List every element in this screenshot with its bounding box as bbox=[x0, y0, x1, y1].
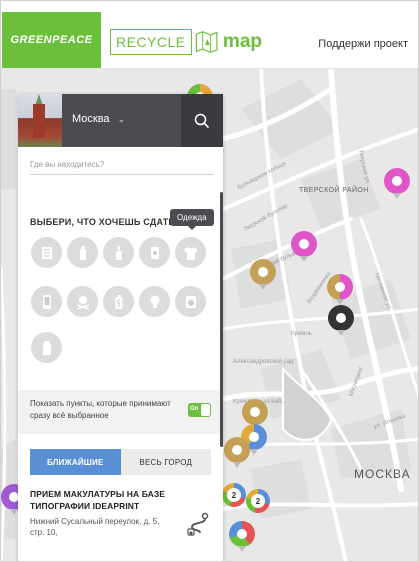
cluster-count: 2 bbox=[251, 494, 265, 508]
location-input[interactable]: Где вы находитесь? bbox=[30, 160, 214, 175]
marker-center bbox=[336, 313, 346, 323]
marker-center bbox=[335, 282, 345, 292]
clothes-icon[interactable] bbox=[175, 237, 206, 268]
tab-whole-city[interactable]: ВЕСЬ ГОРОД bbox=[120, 449, 211, 475]
show-all-selected-toggle[interactable]: On bbox=[188, 403, 211, 417]
greenpeace-logo-text: GREENPEACE bbox=[10, 34, 93, 46]
route-icon[interactable] bbox=[186, 512, 210, 536]
city-select[interactable]: Москва ⌄ bbox=[72, 113, 125, 125]
map-marker[interactable] bbox=[229, 521, 255, 552]
map-cluster[interactable]: 2 bbox=[246, 489, 270, 513]
filter-panel: Москва ⌄ Где вы находитесь? ВЫБЕРИ, ЧТО … bbox=[18, 94, 223, 561]
page-frame: GREENPEACE RECYCLE map Поддержи проект Б… bbox=[0, 0, 419, 562]
bulb-icon[interactable] bbox=[139, 286, 170, 317]
site-header: GREENPEACE RECYCLE map Поддержи проект bbox=[1, 1, 418, 69]
map-marker[interactable] bbox=[291, 231, 317, 262]
panel-topbar: Москва ⌄ bbox=[18, 94, 223, 147]
recycle-logo-text: RECYCLE bbox=[110, 29, 192, 55]
phone-icon[interactable] bbox=[31, 286, 62, 317]
city-label: МОСКВА bbox=[354, 467, 411, 481]
clothes-tooltip: Одежда bbox=[170, 209, 214, 230]
recyclemap-logo[interactable]: RECYCLE map bbox=[110, 25, 262, 59]
marker-center bbox=[392, 176, 402, 186]
street-label: Кремль bbox=[291, 331, 312, 337]
marker-center bbox=[250, 407, 260, 417]
greenpeace-logo[interactable]: GREENPEACE bbox=[2, 12, 101, 68]
tetra-pack-icon[interactable] bbox=[31, 332, 62, 363]
cluster-count: 2 bbox=[227, 488, 241, 502]
search-button[interactable] bbox=[181, 94, 223, 147]
result-item[interactable]: ПРИЕМ МАКУЛАТУРЫ НА БАЗЕ ТИПОГРАФИИ IDEA… bbox=[30, 488, 210, 538]
marker-center bbox=[249, 432, 259, 442]
paper-icon[interactable] bbox=[31, 237, 62, 268]
map-cluster[interactable]: 2 bbox=[222, 483, 246, 507]
chevron-down-icon: ⌄ bbox=[117, 113, 126, 124]
choose-heading: ВЫБЕРИ, ЧТО ХОЧЕШЬ СДАТЬ: bbox=[30, 217, 179, 227]
result-address: Нижний Сусальный переулок, д. 5, стр. 10… bbox=[30, 517, 160, 537]
map-marker[interactable] bbox=[328, 305, 354, 336]
city-photo bbox=[18, 94, 62, 147]
marker-center bbox=[299, 239, 309, 249]
marker-center bbox=[232, 445, 242, 455]
tab-nearest[interactable]: БЛИЖАЙШИЕ bbox=[30, 449, 121, 475]
tower bbox=[33, 104, 45, 138]
appliance-icon[interactable] bbox=[175, 286, 206, 317]
recycle-map-fold-icon bbox=[195, 31, 218, 53]
toggle-knob bbox=[201, 404, 210, 416]
map-marker[interactable] bbox=[384, 168, 410, 199]
search-icon bbox=[194, 113, 210, 128]
map-marker[interactable] bbox=[224, 437, 250, 468]
map-marker[interactable] bbox=[242, 399, 268, 430]
map-logo-text: map bbox=[222, 31, 262, 52]
toggle-on-label: On bbox=[190, 406, 199, 412]
battery-icon[interactable] bbox=[103, 286, 134, 317]
map-marker[interactable] bbox=[327, 274, 353, 305]
city-select-value: Москва bbox=[72, 113, 110, 125]
show-all-selected-row: Показать пункты, которые принимают сразу… bbox=[18, 390, 220, 434]
support-link[interactable]: Поддержи проект bbox=[318, 38, 408, 50]
results-tabs: БЛИЖАЙШИЕ ВЕСЬ ГОРОД bbox=[30, 449, 211, 475]
glass-bottle-icon[interactable] bbox=[103, 237, 134, 268]
street-label: Александровский сад bbox=[233, 359, 294, 365]
marker-center bbox=[258, 267, 268, 277]
plastic-bottle-icon[interactable] bbox=[67, 237, 98, 268]
location-placeholder: Где вы находитесь? bbox=[30, 160, 105, 169]
can-icon[interactable] bbox=[139, 237, 170, 268]
map-marker[interactable] bbox=[250, 259, 276, 290]
panel-scrollbar[interactable] bbox=[220, 192, 223, 447]
district-label: ТВЕРСКОЙ РАЙОН bbox=[299, 187, 369, 194]
result-title: ПРИЕМ МАКУЛАТУРЫ НА БАЗЕ ТИПОГРАФИИ IDEA… bbox=[30, 489, 166, 511]
marker-center bbox=[237, 529, 247, 539]
show-all-selected-label: Показать пункты, которые принимают сразу… bbox=[30, 399, 171, 420]
hazard-icon[interactable] bbox=[67, 286, 98, 317]
